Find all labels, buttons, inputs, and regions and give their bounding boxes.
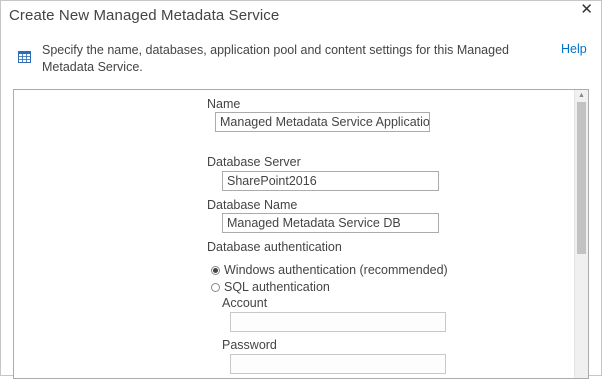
dialog-description: Specify the name, databases, application…	[42, 43, 509, 74]
password-label: Password	[222, 338, 277, 352]
database-name-label: Database Name	[207, 198, 298, 212]
radio-unchecked-icon[interactable]	[211, 282, 220, 292]
name-label: Name	[207, 97, 241, 111]
dialog-window: Create New Managed Metadata Service ✕ Sp…	[0, 0, 602, 379]
vertical-scrollbar[interactable]: ▲	[574, 90, 588, 378]
sql-auth-radio[interactable]: SQL authentication	[211, 280, 330, 294]
windows-auth-label: Windows authentication (recommended)	[224, 263, 448, 277]
settings-panel: Name Managed Metadata Service Applicatio…	[13, 89, 589, 379]
password-field[interactable]	[230, 354, 446, 374]
database-server-field[interactable]: SharePoint2016	[222, 171, 439, 191]
database-name-field[interactable]: Managed Metadata Service DB	[222, 213, 439, 233]
dialog-title: Create New Managed Metadata Service	[9, 7, 280, 24]
account-field[interactable]	[230, 312, 446, 332]
close-icon[interactable]: ✕	[580, 2, 593, 18]
database-server-label: Database Server	[207, 155, 301, 169]
name-field[interactable]: Managed Metadata Service Application	[215, 112, 430, 132]
scroll-thumb[interactable]	[577, 102, 586, 254]
scroll-up-icon[interactable]: ▲	[575, 90, 588, 101]
windows-auth-radio[interactable]: Windows authentication (recommended)	[211, 263, 448, 277]
account-label: Account	[222, 296, 268, 310]
sql-auth-label: SQL authentication	[224, 280, 330, 294]
info-icon	[18, 51, 31, 63]
radio-checked-icon[interactable]	[211, 265, 220, 275]
help-link[interactable]: Help	[561, 42, 587, 56]
database-authentication-label: Database authentication	[207, 240, 342, 254]
